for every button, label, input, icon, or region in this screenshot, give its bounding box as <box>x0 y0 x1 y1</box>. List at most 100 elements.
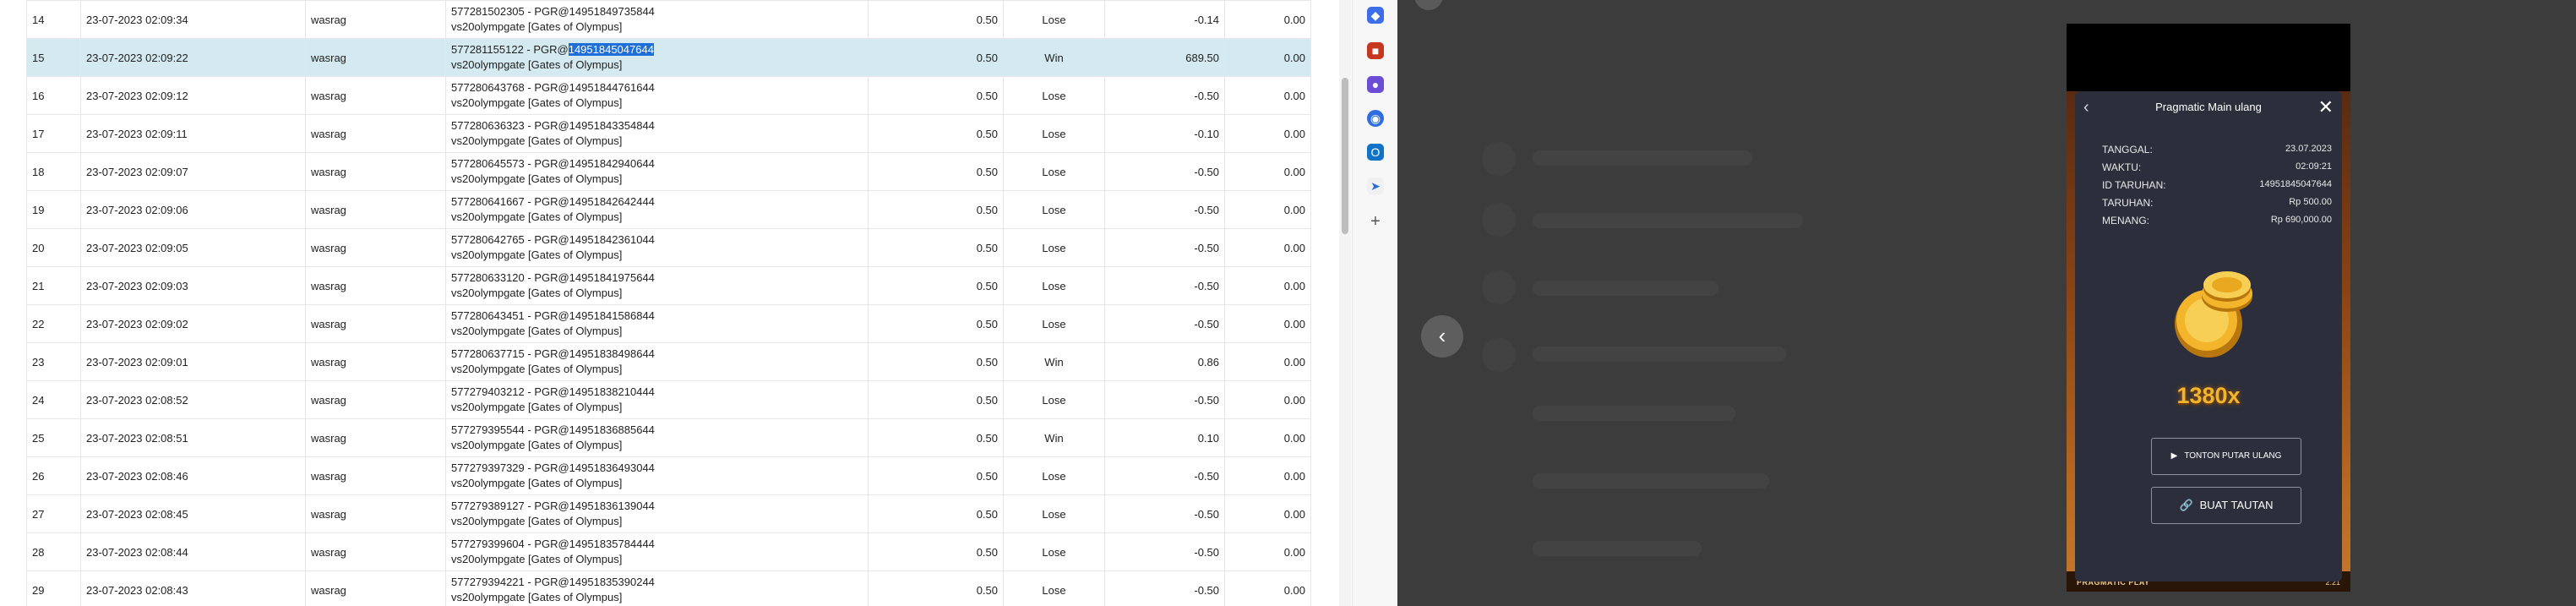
toolbox-icon[interactable]: ■ <box>1367 42 1384 59</box>
table-row[interactable]: 22 23-07-2023 02:09:02 wasrag 577280643451 … <box>26 304 1311 343</box>
bet-date: 23-07-2023 02:08:51 <box>80 418 306 457</box>
username: wasrag <box>305 0 446 39</box>
blurred-line <box>1533 281 1718 296</box>
table-row[interactable]: 17 23-07-2023 02:09:11 wasrag 577280636323 … <box>26 114 1311 153</box>
bet-result: Lose <box>1003 228 1105 267</box>
table-row[interactable]: 16 23-07-2023 02:09:12 wasrag 577280643768 … <box>26 76 1311 115</box>
close-icon[interactable]: ✕ <box>2318 96 2334 118</box>
bet-amount: 0.50 <box>868 456 1004 495</box>
table-row[interactable]: 25 23-07-2023 02:08:51 wasrag 577279395544 … <box>26 418 1311 457</box>
row-number: 24 <box>26 380 81 419</box>
table-row[interactable]: 23 23-07-2023 02:09:01 wasrag 577280637715 … <box>26 342 1311 381</box>
extra-amount: 0.00 <box>1224 456 1311 495</box>
blurred-line <box>1533 541 1702 556</box>
bet-amount: 0.50 <box>868 152 1004 191</box>
username: wasrag <box>305 532 446 571</box>
bet-ref: 577280636323 - PGR@14951843354844 <box>451 119 655 132</box>
bet-description: 577279395544 - PGR@14951836885644 vs20oly… <box>445 418 869 457</box>
bet-description: 577280633120 - PGR@14951841975644 vs20oly… <box>445 266 869 305</box>
row-number: 27 <box>26 494 81 533</box>
game-name: vs20olympgate [Gates of Olympus] <box>451 248 623 261</box>
bet-amount: 0.50 <box>868 0 1004 39</box>
blurred-line <box>1533 406 1735 421</box>
bet-ref: 577280637715 - PGR@14951838498644 <box>451 347 655 360</box>
table-row[interactable]: 29 23-07-2023 02:08:43 wasrag 577279394221 … <box>26 571 1311 606</box>
avatar <box>1414 0 1443 10</box>
bet-result: Lose <box>1003 0 1105 39</box>
table-row[interactable]: 19 23-07-2023 02:09:06 wasrag 577280641667 … <box>26 190 1311 229</box>
plus-icon[interactable]: + <box>1367 213 1384 230</box>
info-row-stake: TARUHAN: Rp 500.00 <box>2102 197 2332 214</box>
bet-result: Lose <box>1003 114 1105 153</box>
table-row[interactable]: 20 23-07-2023 02:09:05 wasrag 577280642765 … <box>26 228 1311 267</box>
table-row[interactable]: 26 23-07-2023 02:08:46 wasrag 577279397329 … <box>26 456 1311 495</box>
game-name: vs20olympgate [Gates of Olympus] <box>451 325 623 337</box>
table-row[interactable]: 24 23-07-2023 02:08:52 wasrag 577279403212 … <box>26 380 1311 419</box>
extra-amount: 0.00 <box>1224 152 1311 191</box>
bet-date: 23-07-2023 02:08:44 <box>80 532 306 571</box>
create-link-button[interactable]: 🔗 BUAT TAUTAN <box>2151 487 2301 524</box>
profit-loss: 0.86 <box>1104 342 1225 381</box>
game-replay-screenshot: PRAGMATIC PLAY 2:21 ‹ Pragmatic Main ula… <box>2067 24 2350 592</box>
info-label: WAKTU: <box>2102 161 2142 173</box>
bet-description: 577279389127 - PGR@14951836139044 vs20oly… <box>445 494 869 533</box>
table-scrollbar[interactable] <box>1339 0 1351 606</box>
extra-amount: 0.00 <box>1224 0 1311 39</box>
cart-icon[interactable]: ➤ <box>1367 177 1384 194</box>
game-name: vs20olympgate [Gates of Olympus] <box>451 591 623 603</box>
link-label: BUAT TAUTAN <box>2199 499 2274 511</box>
bet-history-panel: 14 23-07-2023 02:09:34 wasrag 577281502305 … <box>0 0 1352 606</box>
watch-replay-button[interactable]: ▶ TONTON PUTAR ULANG <box>2151 438 2301 475</box>
table-row[interactable]: 21 23-07-2023 02:09:03 wasrag 577280633120 … <box>26 266 1311 305</box>
bet-date: 23-07-2023 02:09:02 <box>80 304 306 343</box>
bet-date: 23-07-2023 02:09:07 <box>80 152 306 191</box>
bet-date: 23-07-2023 02:09:03 <box>80 266 306 305</box>
info-label: ID TARUHAN: <box>2102 179 2166 191</box>
username: wasrag <box>305 304 446 343</box>
bet-amount: 0.50 <box>868 228 1004 267</box>
bet-description: 577279394221 - PGR@14951835390244 vs20oly… <box>445 571 869 606</box>
table-row[interactable]: 27 23-07-2023 02:08:45 wasrag 577279389127 … <box>26 494 1311 533</box>
username: wasrag <box>305 342 446 381</box>
username: wasrag <box>305 76 446 115</box>
outlook-icon[interactable]: O <box>1367 144 1384 161</box>
profit-loss: -0.14 <box>1104 0 1225 39</box>
bet-result: Win <box>1003 38 1105 77</box>
bet-amount: 0.50 <box>868 418 1004 457</box>
bet-description: 577279397329 - PGR@14951836493044 vs20oly… <box>445 456 869 495</box>
bet-amount: 0.50 <box>868 266 1004 305</box>
username: wasrag <box>305 418 446 457</box>
gold-coins-icon <box>2175 271 2252 358</box>
contacts-icon[interactable]: ● <box>1367 76 1384 93</box>
profit-loss: -0.50 <box>1104 190 1225 229</box>
bet-result: Lose <box>1003 266 1105 305</box>
tag-icon[interactable]: ◆ <box>1367 7 1384 24</box>
table-row[interactable]: 15 23-07-2023 02:09:22 wasrag 577281155122 … <box>26 38 1311 77</box>
extra-amount: 0.00 <box>1224 114 1311 153</box>
blurred-bubble <box>1482 270 1516 304</box>
table-row[interactable]: 14 23-07-2023 02:09:34 wasrag 577281502305 … <box>26 0 1311 39</box>
table-row[interactable]: 28 23-07-2023 02:08:44 wasrag 577279399604 … <box>26 532 1311 571</box>
bet-ref: 577281502305 - PGR@14951849735844 <box>451 5 655 18</box>
blurred-line <box>1533 347 1786 362</box>
circle-app-icon[interactable]: ◉ <box>1367 110 1384 127</box>
game-name: vs20olympgate [Gates of Olympus] <box>451 515 623 527</box>
extra-amount: 0.00 <box>1224 380 1311 419</box>
bet-amount: 0.50 <box>868 342 1004 381</box>
username: wasrag <box>305 228 446 267</box>
selected-text[interactable]: 14951845047644 <box>568 43 654 56</box>
scrollbar-thumb[interactable] <box>1342 78 1348 234</box>
extra-amount: 0.00 <box>1224 494 1311 533</box>
username: wasrag <box>305 114 446 153</box>
row-number: 17 <box>26 114 81 153</box>
extra-amount: 0.00 <box>1224 418 1311 457</box>
table-row[interactable]: 18 23-07-2023 02:09:07 wasrag 577280645573 … <box>26 152 1311 191</box>
info-value: 23.07.2023 <box>2285 144 2332 154</box>
game-name: vs20olympgate [Gates of Olympus] <box>451 401 623 413</box>
game-name: vs20olympgate [Gates of Olympus] <box>451 477 623 489</box>
row-number: 29 <box>26 571 81 606</box>
bet-ref-prefix: 577281155122 - PGR@ <box>451 43 569 56</box>
extra-amount: 0.00 <box>1224 190 1311 229</box>
previous-button[interactable]: ‹ <box>1421 315 1463 358</box>
game-name: vs20olympgate [Gates of Olympus] <box>451 287 623 299</box>
